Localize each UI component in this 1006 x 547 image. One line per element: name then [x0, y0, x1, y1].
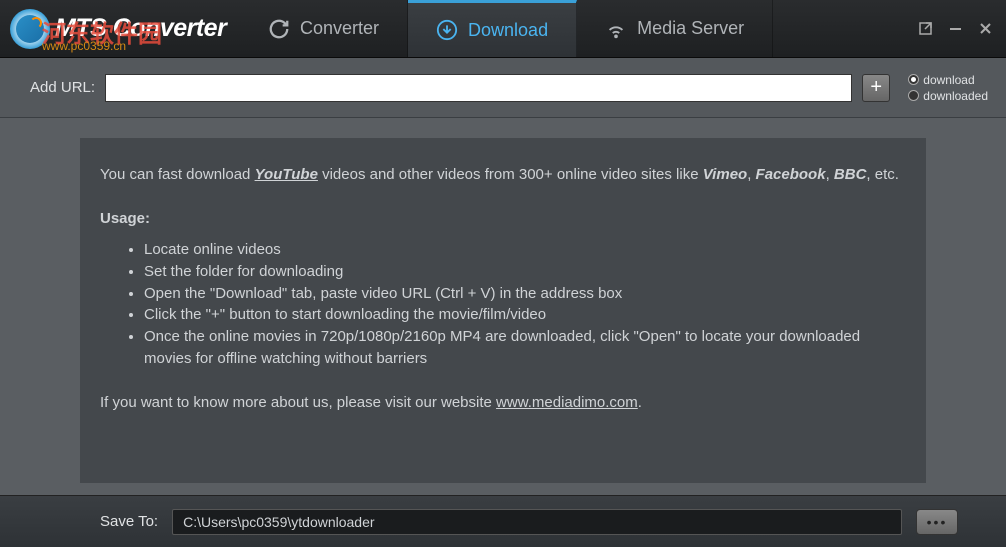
wifi-icon [605, 18, 627, 40]
content-area: You can fast download YouTube videos and… [0, 118, 1006, 488]
list-item: Open the "Download" tab, paste video URL… [144, 283, 906, 305]
refresh-icon [268, 18, 290, 40]
info-panel: You can fast download YouTube videos and… [80, 138, 926, 483]
expand-button[interactable] [918, 22, 932, 36]
radio-label: download [923, 73, 974, 87]
radio-icon [908, 90, 919, 101]
list-item: Locate online videos [144, 239, 906, 261]
usage-heading: Usage: [100, 206, 906, 232]
usage-list: Locate online videos Set the folder for … [100, 239, 906, 370]
url-label: Add URL: [30, 79, 95, 96]
radio-downloaded[interactable]: downloaded [908, 89, 988, 103]
save-to-label: Save To: [100, 513, 158, 530]
list-item: Once the online movies in 720p/1080p/216… [144, 326, 906, 370]
logo-area: MTS Converter 河东软件园 www.pc0359.cn [0, 9, 240, 49]
browse-button[interactable]: ••• [916, 509, 958, 535]
intro-text: You can fast download YouTube videos and… [100, 162, 906, 188]
save-path-input[interactable] [172, 509, 902, 535]
list-item: Set the folder for downloading [144, 261, 906, 283]
add-url-button[interactable]: + [862, 74, 890, 102]
close-button[interactable] [978, 22, 992, 36]
website-link[interactable]: www.mediadimo.com [496, 394, 638, 411]
minimize-button[interactable] [948, 22, 962, 36]
tab-download[interactable]: Download [408, 0, 577, 57]
title-bar: MTS Converter 河东软件园 www.pc0359.cn Conver… [0, 0, 1006, 58]
tab-label: Media Server [637, 18, 744, 39]
main-tabs: Converter Download Media Server [240, 0, 773, 57]
url-input[interactable] [105, 74, 852, 102]
window-controls [918, 22, 1006, 36]
list-item: Click the "+" button to start downloadin… [144, 304, 906, 326]
filter-radio-group: download downloaded [908, 73, 988, 103]
radio-label: downloaded [923, 89, 988, 103]
footer-bar: Save To: ••• [0, 495, 1006, 547]
watermark-url: www.pc0359.cn [42, 39, 126, 53]
youtube-link[interactable]: YouTube [255, 166, 318, 183]
tab-label: Download [468, 20, 548, 41]
radio-download[interactable]: download [908, 73, 988, 87]
download-icon [436, 19, 458, 41]
tab-converter[interactable]: Converter [240, 0, 408, 57]
website-text: If you want to know more about us, pleas… [100, 390, 906, 416]
url-bar: Add URL: + download downloaded [0, 58, 1006, 118]
tab-label: Converter [300, 18, 379, 39]
radio-icon [908, 74, 919, 85]
tab-media-server[interactable]: Media Server [577, 0, 773, 57]
